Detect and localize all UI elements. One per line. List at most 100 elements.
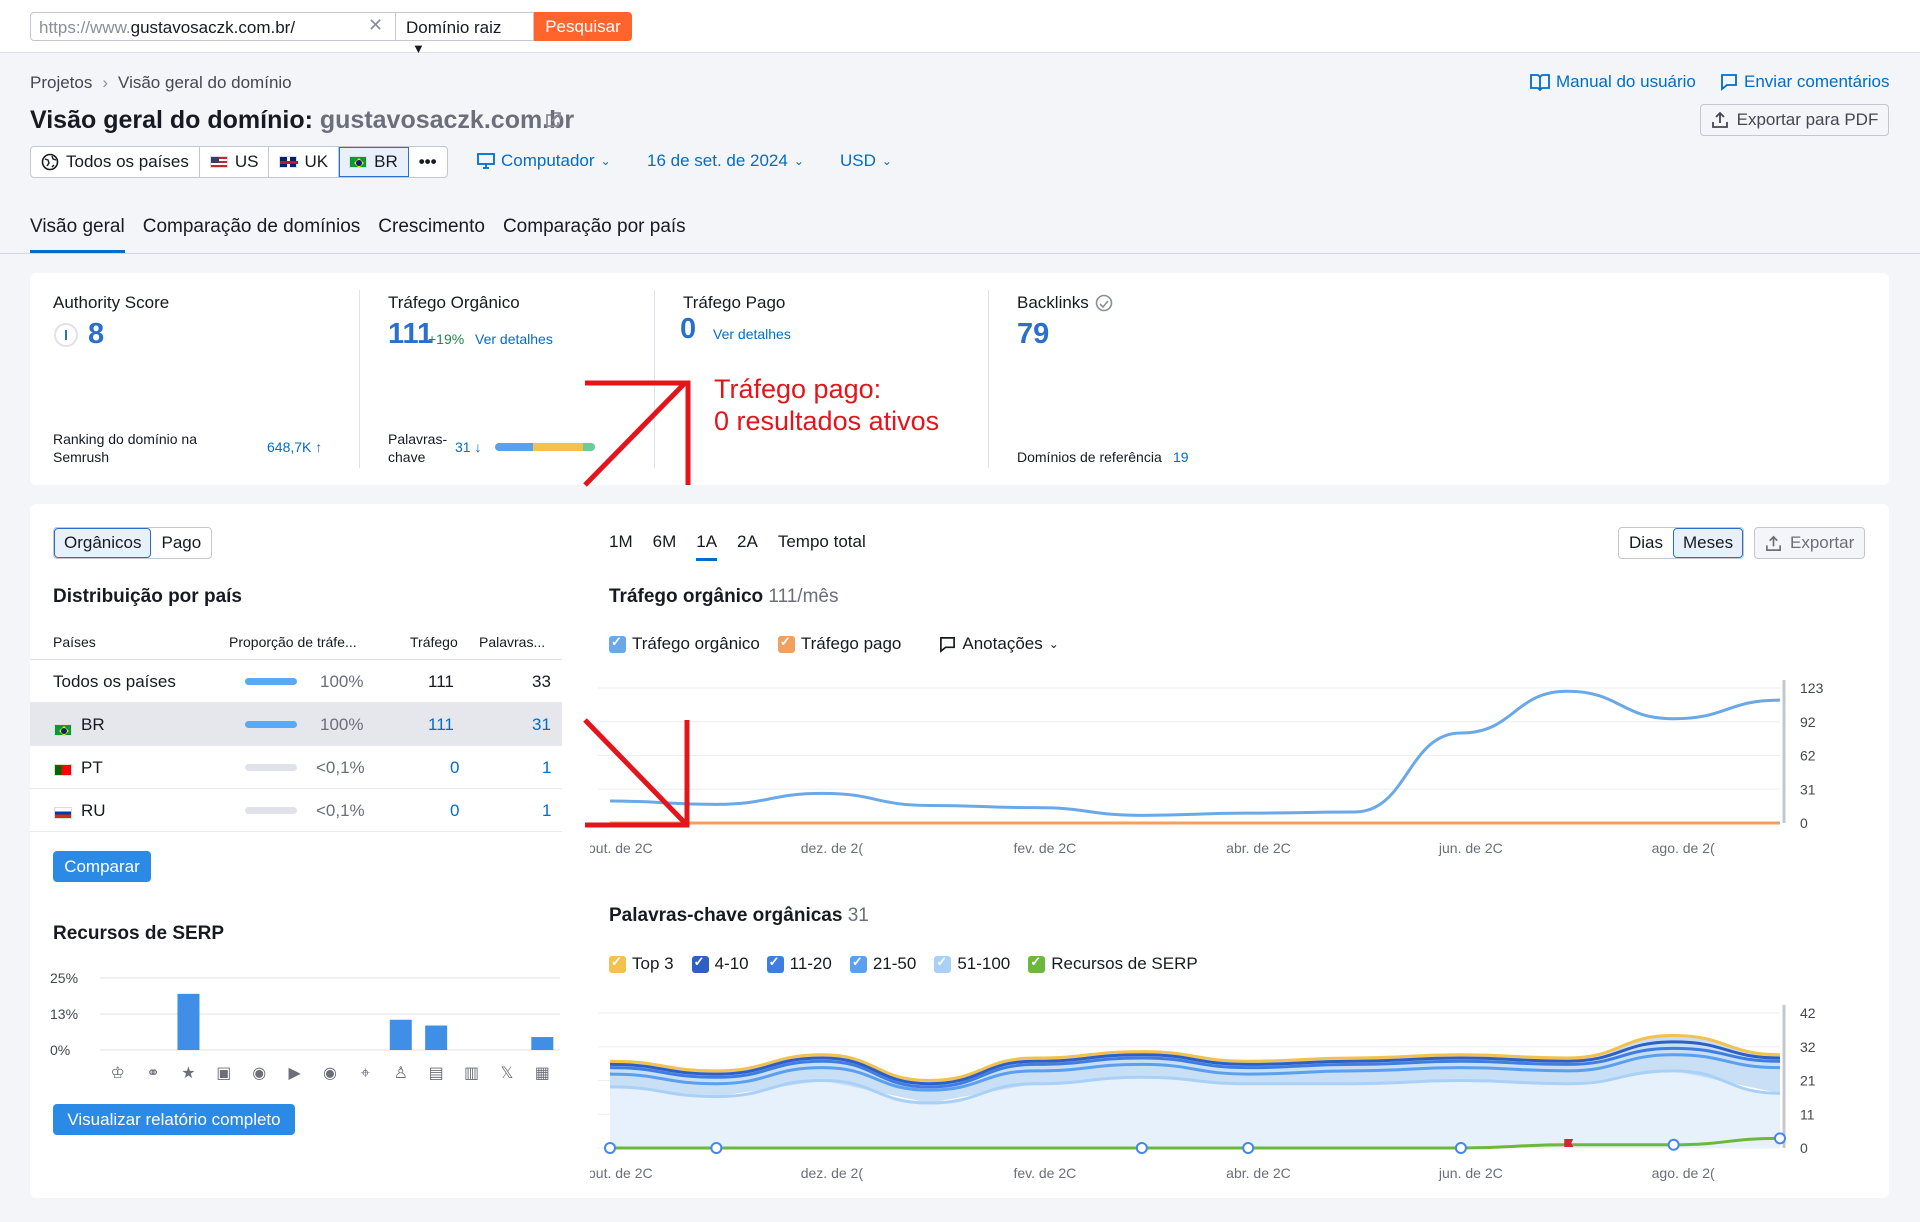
country-uk[interactable]: UK — [269, 147, 340, 177]
checkbox-icon — [1028, 954, 1046, 973]
organic-value[interactable]: 111 — [388, 318, 433, 351]
url-input[interactable]: https://www.gustavosaczk.com.br/ — [30, 12, 396, 41]
upload-icon — [1766, 535, 1781, 551]
serp-features-title: Recursos de SERP — [53, 923, 225, 944]
us-flag-icon — [209, 156, 228, 168]
toggle-months[interactable]: Meses — [1673, 528, 1744, 558]
cap-icon: ♙ — [394, 1063, 408, 1082]
google-update-marker — [604, 1142, 616, 1154]
more-icon: ••• — [418, 152, 437, 171]
table-row[interactable]: PT <0,1% 0 1 — [30, 746, 562, 789]
clear-icon[interactable]: ✕ — [368, 15, 383, 36]
traffic-value[interactable]: 0 — [450, 801, 459, 821]
full-report-button[interactable]: Visualizar relatório completo — [53, 1104, 295, 1135]
toggle-organic[interactable]: Orgânicos — [54, 528, 152, 558]
y-tick-label: 0% — [50, 1042, 70, 1058]
feedback-link[interactable]: Enviar comentários — [1720, 72, 1890, 92]
col-traffic-share[interactable]: Proporção de tráfe... — [229, 634, 357, 650]
paid-value[interactable]: 0 — [680, 313, 696, 346]
pin-icon: ⌖ — [361, 1063, 370, 1082]
date-dropdown[interactable]: 16 de set. de 2024 ⌄ — [647, 151, 804, 171]
col-keywords[interactable]: Palavras... — [479, 634, 545, 650]
rank-value[interactable]: 648,7K ↑ — [267, 439, 322, 455]
keywords-value[interactable]: 1 — [542, 758, 551, 778]
organic-paid-toggle: Orgânicos Pago — [53, 527, 213, 559]
pt-flag-icon — [54, 764, 72, 776]
export-button[interactable]: Exportar — [1754, 527, 1866, 559]
search-button[interactable]: Pesquisar — [534, 12, 632, 41]
ref-domains-value[interactable]: 19 — [1173, 449, 1189, 465]
manual-link[interactable]: Manual do usuário — [1530, 72, 1696, 92]
legend-serp[interactable]: Recursos de SERP — [1028, 954, 1198, 974]
range-1m[interactable]: 1M — [609, 532, 633, 561]
organic-change: +19% — [428, 331, 465, 347]
desktop-icon — [477, 153, 495, 169]
export-pdf-button[interactable]: Exportar para PDF — [1700, 104, 1889, 136]
tab-overview[interactable]: Visão geral — [30, 216, 125, 253]
table-row[interactable]: BR 100% 111 31 — [30, 703, 562, 746]
country-name: Todos os países — [53, 672, 176, 691]
keywords-value[interactable]: 31 — [532, 715, 551, 735]
table-row[interactable]: RU <0,1% 0 1 — [30, 789, 562, 832]
compare-button[interactable]: Comparar — [53, 851, 151, 882]
legend-4-10[interactable]: 4-10 — [691, 954, 749, 974]
more-countries-button[interactable]: ••• — [409, 147, 447, 177]
legend-paid[interactable]: Tráfego pago — [777, 634, 901, 654]
br-flag-icon — [54, 724, 72, 736]
legend-51-100[interactable]: 51-100 — [934, 954, 1010, 974]
currency-dropdown[interactable]: USD ⌄ — [840, 151, 892, 171]
range-2a[interactable]: 2A — [737, 532, 758, 561]
annotations-dropdown[interactable]: Anotações ⌄ — [939, 634, 1059, 654]
x-tick-label: dez. de 2( — [801, 840, 864, 856]
device-dropdown[interactable]: Computador ⌄ — [477, 151, 611, 171]
backlinks-info-icon[interactable] — [1095, 294, 1113, 312]
toggle-paid[interactable]: Pago — [151, 528, 211, 558]
keywords-value[interactable]: 1 — [542, 801, 551, 821]
globe-icon — [41, 153, 59, 171]
annotation-arrow-down — [583, 718, 690, 828]
range-1a[interactable]: 1A — [696, 532, 718, 561]
crown-icon: ♔ — [111, 1063, 125, 1082]
authority-value[interactable]: 8 — [88, 318, 104, 351]
tab-country-comparison[interactable]: Comparação por país — [503, 216, 686, 253]
checkbox-icon — [609, 634, 626, 653]
legend-organic[interactable]: Tráfego orgânico — [609, 634, 760, 654]
backlinks-value[interactable]: 79 — [1017, 318, 1049, 351]
legend-top3[interactable]: Top 3 — [609, 954, 674, 974]
organic-details-link[interactable]: Ver detalhes — [475, 331, 553, 347]
share-value: 100% — [320, 672, 364, 691]
keywords-value[interactable]: 31 ↓ — [455, 439, 481, 455]
toggle-days[interactable]: Dias — [1619, 528, 1673, 558]
country-br[interactable]: BR — [339, 147, 409, 177]
video2-icon: ▶ — [288, 1063, 301, 1082]
range-all[interactable]: Tempo total — [778, 532, 866, 561]
col-traffic[interactable]: Tráfego — [410, 634, 458, 650]
table-row[interactable]: Todos os países 100% 111 33 — [30, 660, 562, 703]
br-flag-icon — [349, 156, 368, 168]
paid-details-link[interactable]: Ver detalhes — [713, 326, 791, 342]
traffic-value[interactable]: 111 — [428, 715, 454, 735]
keywords-legend: Top 3 4-10 11-20 21-50 51-100 Recursos d… — [609, 954, 1198, 974]
domain-scope-select[interactable]: Domínio raiz ▼ — [396, 12, 534, 56]
organic-keywords-chart: 42 32 21 11 0 out. de 2C dez. de 2(fev. de 2C a… — [590, 1005, 1816, 1181]
google-update-marker — [710, 1142, 723, 1154]
traffic-value[interactable]: 0 — [450, 758, 459, 778]
paid-label: Tráfego Pago — [683, 293, 786, 312]
traffic-chart-value: 111/mês — [768, 586, 839, 607]
external-link-icon[interactable] — [543, 110, 563, 130]
checkbox-icon — [777, 634, 795, 653]
legend-11-20[interactable]: 11-20 — [766, 954, 832, 974]
country-all[interactable]: Todos os países — [31, 147, 200, 177]
checkbox-icon — [849, 954, 867, 973]
y-tick-label: 11 — [1800, 1106, 1815, 1122]
tab-growth[interactable]: Crescimento — [378, 216, 485, 253]
tab-domain-comparison[interactable]: Comparação de domínios — [143, 216, 361, 253]
legend-21-50[interactable]: 21-50 — [849, 954, 916, 974]
shop-icon: ▥ — [464, 1063, 479, 1082]
range-6m[interactable]: 6M — [653, 532, 677, 561]
col-countries[interactable]: Países — [53, 634, 96, 650]
y-tick-label: 31 — [1800, 781, 1816, 797]
breadcrumb-projects[interactable]: Projetos — [30, 73, 92, 92]
country-us[interactable]: US — [200, 147, 270, 177]
backlinks-label: Backlinks — [1017, 293, 1089, 312]
